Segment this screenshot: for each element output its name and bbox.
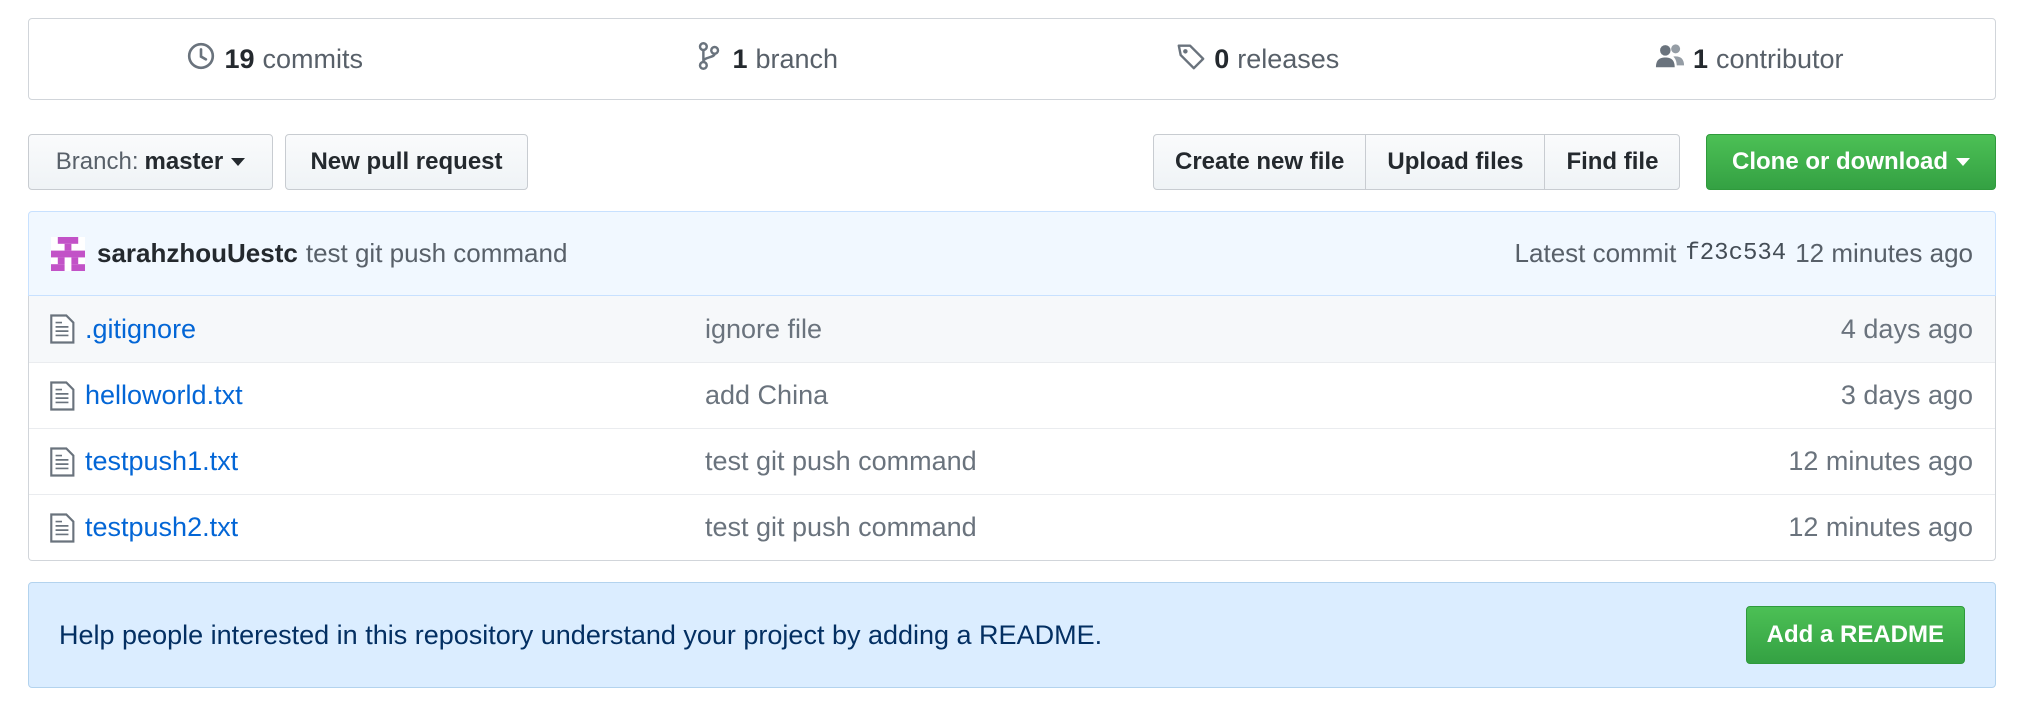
clone-label: Clone or download — [1732, 148, 1948, 175]
people-icon — [1655, 41, 1685, 78]
branches-count: 1 — [732, 43, 748, 74]
avatar[interactable] — [51, 236, 85, 271]
branches-link[interactable]: 1 branch — [521, 19, 1013, 99]
file-commit-message[interactable]: add China — [705, 380, 828, 411]
caret-down-icon — [231, 158, 246, 166]
commits-count: 19 — [224, 43, 255, 74]
contributors-count: 1 — [1692, 43, 1708, 74]
create-new-file-button[interactable]: Create new file — [1153, 134, 1367, 190]
file-name-link[interactable]: helloworld.txt — [85, 380, 705, 411]
find-file-button[interactable]: Find file — [1544, 134, 1681, 190]
commit-tease: sarahzhouUestc test git push command Lat… — [28, 211, 1996, 296]
latest-commit-info: Latest commit f23c534 12 minutes ago — [1515, 238, 1973, 269]
readme-prompt: Help people interested in this repositor… — [28, 582, 1996, 688]
tag-icon — [1176, 41, 1206, 78]
file-commit-message[interactable]: test git push command — [705, 512, 977, 543]
file-row: helloworld.txt add China 3 days ago — [29, 362, 1995, 428]
commit-age: 12 minutes ago — [1795, 238, 1973, 268]
latest-commit-label: Latest commit — [1514, 238, 1677, 268]
commits-label: commits — [262, 43, 364, 74]
file-commit-message[interactable]: ignore file — [705, 314, 822, 345]
branch-name: master — [144, 148, 224, 175]
repo-summary: 19 commits 1 branch 0 releases 1 contrib… — [28, 18, 1996, 100]
file-icon — [50, 314, 75, 344]
file-name-link[interactable]: testpush1.txt — [85, 446, 705, 477]
file-row: testpush1.txt test git push command 12 m… — [29, 428, 1995, 494]
contributors-label: contributor — [1715, 43, 1844, 74]
file-actions-group: Create new file Upload files Find file — [1153, 134, 1681, 190]
commit-message[interactable]: test git push command — [306, 238, 568, 269]
file-list: .gitignore ignore file 4 days ago hellow… — [28, 296, 1996, 561]
releases-label: releases — [1237, 43, 1340, 74]
file-age: 12 minutes ago — [1788, 512, 1973, 542]
commits-link[interactable]: 19 commits — [29, 19, 521, 99]
caret-down-icon — [1956, 158, 1970, 166]
branches-label: branch — [755, 43, 839, 74]
releases-link[interactable]: 0 releases — [1012, 19, 1504, 99]
new-pull-request-button[interactable]: New pull request — [285, 134, 528, 190]
file-row: .gitignore ignore file 4 days ago — [29, 296, 1995, 362]
file-row: testpush2.txt test git push command 12 m… — [29, 494, 1995, 560]
contributors-link[interactable]: 1 contributor — [1504, 19, 1996, 99]
file-commit-message[interactable]: test git push command — [705, 446, 977, 477]
upload-files-button[interactable]: Upload files — [1365, 134, 1546, 190]
add-readme-button[interactable]: Add a README — [1745, 606, 1965, 664]
readme-prompt-text: Help people interested in this repositor… — [59, 619, 1103, 650]
releases-count: 0 — [1214, 43, 1230, 74]
git-branch-icon — [694, 41, 724, 78]
file-icon — [50, 380, 75, 411]
branch-select-button[interactable]: Branch: master — [28, 134, 273, 190]
file-icon — [50, 512, 75, 543]
file-age: 12 minutes ago — [1788, 446, 1973, 476]
file-age: 4 days ago — [1840, 313, 1973, 344]
clone-or-download-button[interactable]: Clone or download — [1706, 134, 1996, 190]
commit-author[interactable]: sarahzhouUestc — [97, 238, 298, 269]
history-icon — [186, 41, 216, 78]
branch-prefix: Branch: — [55, 148, 139, 175]
commit-sha-link[interactable]: f23c534 — [1685, 240, 1786, 267]
file-age: 3 days ago — [1840, 380, 1973, 410]
file-name-link[interactable]: testpush2.txt — [85, 512, 705, 543]
file-name-link[interactable]: .gitignore — [85, 314, 705, 345]
file-icon — [50, 446, 75, 477]
